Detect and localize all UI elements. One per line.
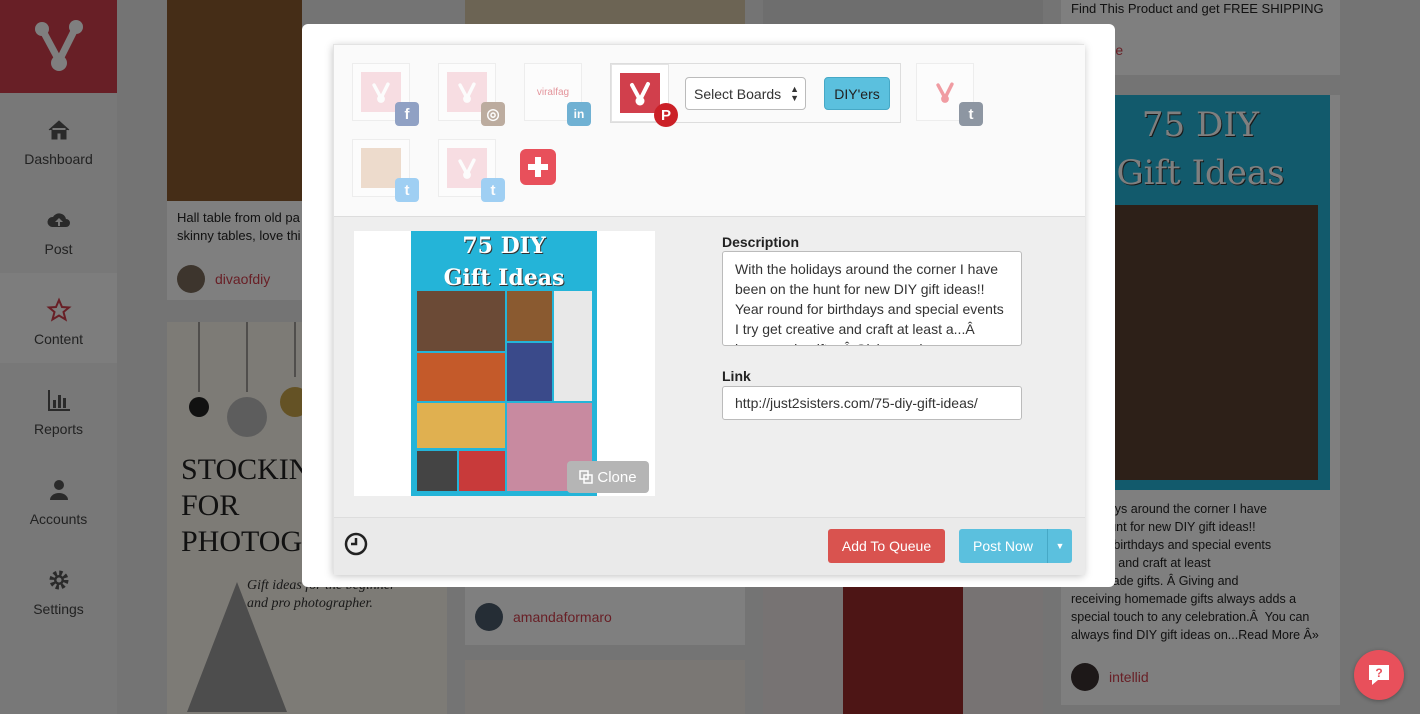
plus-icon bbox=[528, 157, 548, 177]
account-instagram[interactable]: ◎ bbox=[438, 63, 505, 126]
caret-down-icon: ▼ bbox=[1055, 541, 1065, 551]
collage-tile bbox=[459, 451, 505, 491]
add-to-queue-button[interactable]: Add To Queue bbox=[828, 529, 945, 563]
link-label: Link bbox=[722, 368, 751, 384]
collage-tile bbox=[554, 291, 592, 401]
copy-icon bbox=[579, 470, 594, 484]
twitter-icon: t bbox=[481, 178, 505, 202]
account-selector: f ◎ viralfag in P Select Boards ▲ ▼ DIY'… bbox=[334, 45, 1085, 217]
account-twitter[interactable]: t bbox=[438, 139, 505, 202]
post-content: 75 DIY Gift Ideas Clone Description With… bbox=[334, 217, 1085, 517]
collage-tile bbox=[417, 291, 505, 351]
collage-tile bbox=[507, 291, 552, 341]
preview-image: 75 DIY Gift Ideas bbox=[411, 231, 597, 496]
clone-label: Clone bbox=[597, 468, 637, 486]
board-select[interactable]: Select Boards ▲ ▼ bbox=[685, 77, 806, 110]
board-tag[interactable]: DIY'ers bbox=[824, 77, 890, 110]
account-avatar bbox=[620, 73, 660, 113]
twitter-icon: t bbox=[395, 178, 419, 202]
select-arrows-icon: ▲ ▼ bbox=[790, 84, 799, 103]
clock-icon[interactable] bbox=[344, 532, 368, 556]
svg-text:?: ? bbox=[1375, 666, 1382, 680]
add-account-button[interactable] bbox=[520, 149, 556, 185]
image-preview: 75 DIY Gift Ideas Clone bbox=[354, 231, 655, 496]
app-logo-icon bbox=[630, 82, 650, 106]
app-logo-icon bbox=[458, 82, 476, 103]
post-options-button[interactable]: ▼ bbox=[1047, 529, 1072, 563]
preview-title-line1: 75 DIY bbox=[462, 233, 546, 259]
account-facebook[interactable]: f bbox=[352, 63, 419, 126]
app-logo-icon bbox=[458, 158, 476, 179]
board-select-value: Select Boards bbox=[694, 86, 782, 102]
collage-tile bbox=[417, 451, 457, 491]
account-pinterest[interactable]: P bbox=[611, 64, 678, 127]
modal-footer: Add To Queue Post Now ▼ bbox=[334, 517, 1085, 575]
pinterest-icon: P bbox=[654, 103, 678, 127]
collage-tile bbox=[417, 403, 505, 448]
app-logo-icon bbox=[372, 82, 390, 103]
linkedin-icon: in bbox=[567, 102, 591, 126]
help-button[interactable]: ? bbox=[1354, 650, 1404, 700]
collage-tile bbox=[417, 353, 505, 401]
account-tumblr[interactable]: t bbox=[916, 63, 983, 126]
pinterest-account-panel: P Select Boards ▲ ▼ DIY'ers bbox=[610, 63, 901, 127]
help-chat-icon: ? bbox=[1369, 665, 1389, 685]
post-composer: f ◎ viralfag in P Select Boards ▲ ▼ DIY'… bbox=[333, 44, 1085, 575]
description-field[interactable]: With the holidays around the corner I ha… bbox=[722, 251, 1022, 346]
account-linkedin[interactable]: viralfag in bbox=[524, 63, 591, 126]
app-logo-icon bbox=[936, 82, 954, 103]
post-now-button[interactable]: Post Now bbox=[959, 529, 1047, 563]
post-modal: f ◎ viralfag in P Select Boards ▲ ▼ DIY'… bbox=[302, 24, 1115, 587]
preview-title-line2: Gift Ideas bbox=[443, 265, 565, 291]
link-field[interactable]: http://just2sisters.com/75-diy-gift-idea… bbox=[722, 386, 1022, 420]
collage-tile bbox=[507, 343, 552, 401]
description-label: Description bbox=[722, 234, 800, 250]
tumblr-icon: t bbox=[959, 102, 983, 126]
clone-button[interactable]: Clone bbox=[567, 461, 649, 493]
instagram-icon: ◎ bbox=[481, 102, 505, 126]
account-twitter[interactable]: t bbox=[352, 139, 419, 202]
facebook-icon: f bbox=[395, 102, 419, 126]
